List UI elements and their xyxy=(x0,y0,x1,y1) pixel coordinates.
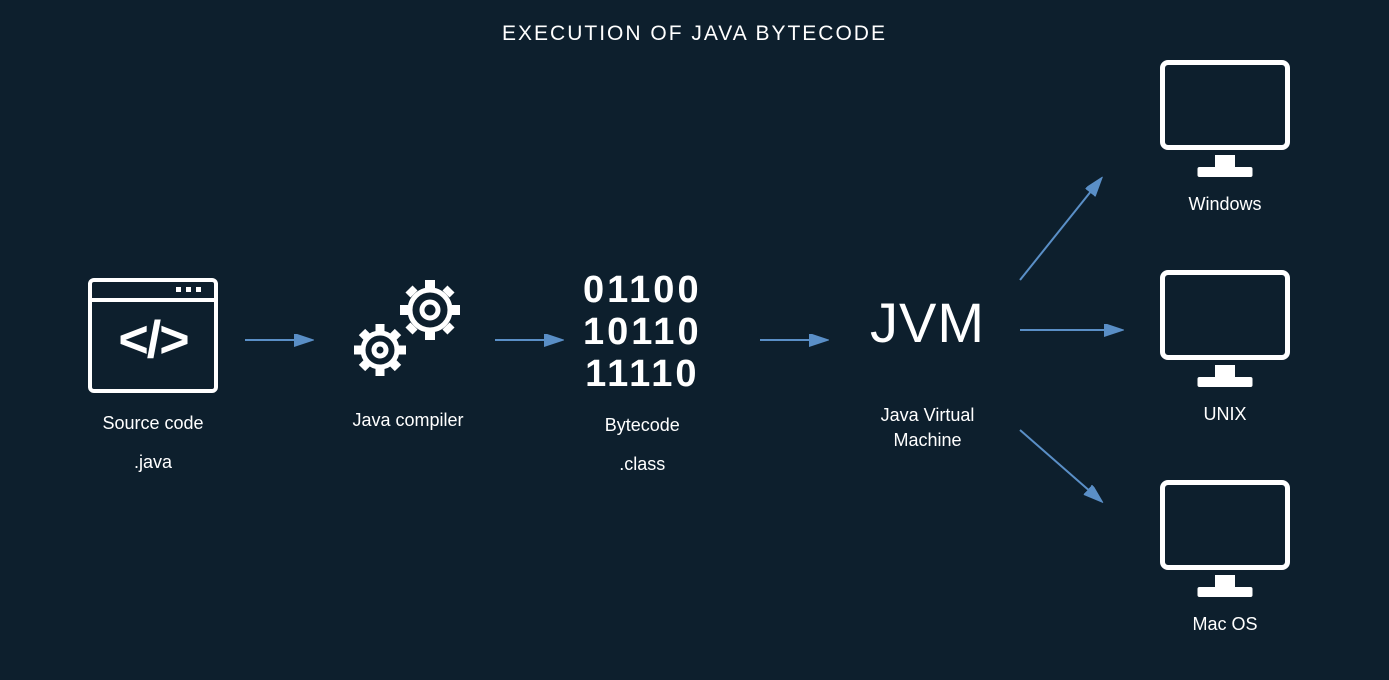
jvm-node: JVM Java Virtual Machine xyxy=(870,290,985,451)
macos-node: Mac OS xyxy=(1160,480,1290,635)
macos-label: Mac OS xyxy=(1160,614,1290,635)
bytecode-bits: 01100 10110 11110 xyxy=(583,270,702,395)
bits-row-2: 11110 xyxy=(583,354,702,396)
monitor-icon xyxy=(1160,480,1290,570)
compiler-node: Java compiler xyxy=(338,270,478,431)
code-glyph: </> xyxy=(92,314,214,366)
jvm-label-1: Java Virtual xyxy=(870,405,985,426)
windows-node: Windows xyxy=(1160,60,1290,215)
diagram-title: EXECUTION OF JAVA BYTECODE xyxy=(0,22,1389,46)
compiler-label: Java compiler xyxy=(338,410,478,431)
unix-node: UNIX xyxy=(1160,270,1290,425)
source-label-1: Source code xyxy=(88,413,218,434)
unix-label: UNIX xyxy=(1160,404,1290,425)
bytecode-node: 01100 10110 11110 Bytecode .class xyxy=(583,270,702,475)
arrow-jvm-to-macos xyxy=(1020,430,1100,500)
bytecode-label-1: Bytecode xyxy=(583,415,702,436)
monitor-icon xyxy=(1160,60,1290,150)
monitor-icon xyxy=(1160,270,1290,360)
jvm-text: JVM xyxy=(870,290,985,355)
gears-icon xyxy=(338,270,478,390)
arrow-jvm-to-windows xyxy=(1020,180,1100,280)
source-code-node: </> Source code .java xyxy=(88,278,218,473)
bytecode-label-2: .class xyxy=(583,454,702,475)
bits-row-1: 10110 xyxy=(583,312,702,354)
bits-row-0: 01100 xyxy=(583,270,702,312)
source-label-2: .java xyxy=(88,452,218,473)
code-window-icon: </> xyxy=(88,278,218,393)
windows-label: Windows xyxy=(1160,194,1290,215)
jvm-label-2: Machine xyxy=(870,430,985,451)
